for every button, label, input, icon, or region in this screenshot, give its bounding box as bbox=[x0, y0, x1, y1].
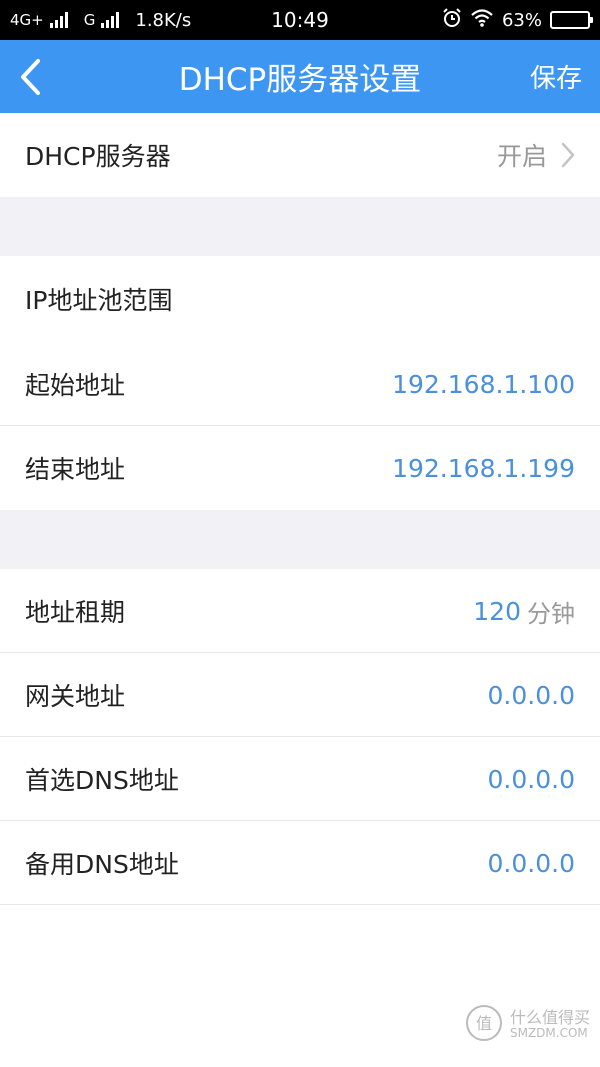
dhcp-server-status: 开启 bbox=[497, 137, 575, 173]
watermark: 值 什么值得买 SMZDM.COM bbox=[464, 1003, 590, 1047]
start-address-value[interactable]: 192.168.1.100 bbox=[392, 370, 575, 399]
battery-percent: 63% bbox=[501, 9, 542, 31]
section-divider bbox=[0, 197, 600, 256]
ip-pool-heading: IP地址池范围 bbox=[25, 286, 173, 315]
secondary-dns-label: 备用DNS地址 bbox=[25, 850, 179, 879]
watermark-en: SMZDM.COM bbox=[509, 1026, 588, 1041]
signal-strength-icon-2 bbox=[101, 12, 120, 28]
dhcp-server-value: 开启 bbox=[496, 142, 547, 171]
end-address-label: 结束地址 bbox=[25, 455, 126, 484]
watermark-cn: 什么值得买 bbox=[509, 1007, 590, 1027]
end-address-row[interactable]: 结束地址 192.168.1.199 bbox=[0, 426, 600, 510]
network-speed: 1.8K/s bbox=[135, 9, 192, 31]
save-button[interactable]: 保存 bbox=[530, 58, 582, 95]
status-right: 63% bbox=[442, 7, 593, 33]
chevron-right-icon bbox=[561, 142, 575, 168]
gateway-label: 网关地址 bbox=[25, 682, 126, 711]
gateway-value[interactable]: 0.0.0.0 bbox=[488, 681, 575, 710]
lease-time-value: 120 bbox=[473, 596, 521, 626]
secondary-dns-value[interactable]: 0.0.0.0 bbox=[488, 849, 575, 878]
dhcp-server-label: DHCP服务器 bbox=[25, 142, 171, 171]
alarm-icon bbox=[442, 7, 462, 33]
wifi-icon bbox=[470, 8, 494, 33]
lease-time-unit: 分钟 bbox=[527, 599, 575, 628]
status-bar: 4G+ G 1.8K/s 10:49 63% bbox=[0, 0, 600, 40]
network-type-secondary: G bbox=[83, 11, 96, 29]
primary-dns-row[interactable]: 首选DNS地址 0.0.0.0 bbox=[0, 737, 600, 821]
lease-time-row[interactable]: 地址租期 120 分钟 bbox=[0, 569, 600, 653]
gateway-row[interactable]: 网关地址 0.0.0.0 bbox=[0, 653, 600, 737]
watermark-text: 什么值得买 SMZDM.COM bbox=[509, 1007, 590, 1041]
watermark-logo-icon: 值 bbox=[464, 1003, 504, 1047]
battery-icon bbox=[550, 11, 593, 29]
back-button[interactable] bbox=[0, 40, 60, 113]
dhcp-server-row[interactable]: DHCP服务器 开启 bbox=[0, 113, 600, 197]
start-address-label: 起始地址 bbox=[25, 371, 126, 400]
status-left: 4G+ G 1.8K/s bbox=[10, 10, 191, 31]
svg-text:值: 值 bbox=[476, 1014, 492, 1033]
primary-dns-label: 首选DNS地址 bbox=[25, 766, 179, 795]
signal-strength-icon bbox=[49, 12, 68, 28]
navigation-bar: DHCP服务器设置 保存 bbox=[0, 40, 600, 113]
lease-time-label: 地址租期 bbox=[25, 598, 126, 627]
primary-dns-value[interactable]: 0.0.0.0 bbox=[488, 765, 575, 794]
lease-time-field[interactable]: 120 分钟 bbox=[473, 594, 575, 629]
page-title: DHCP服务器设置 bbox=[178, 62, 422, 98]
network-type-primary: 4G+ bbox=[10, 11, 44, 29]
section-divider-2 bbox=[0, 510, 600, 569]
chevron-left-icon bbox=[21, 58, 40, 95]
secondary-dns-row[interactable]: 备用DNS地址 0.0.0.0 bbox=[0, 821, 600, 905]
start-address-row[interactable]: 起始地址 192.168.1.100 bbox=[0, 342, 600, 426]
end-address-value[interactable]: 192.168.1.199 bbox=[392, 454, 575, 483]
ip-pool-heading-row: IP地址池范围 bbox=[0, 256, 600, 342]
